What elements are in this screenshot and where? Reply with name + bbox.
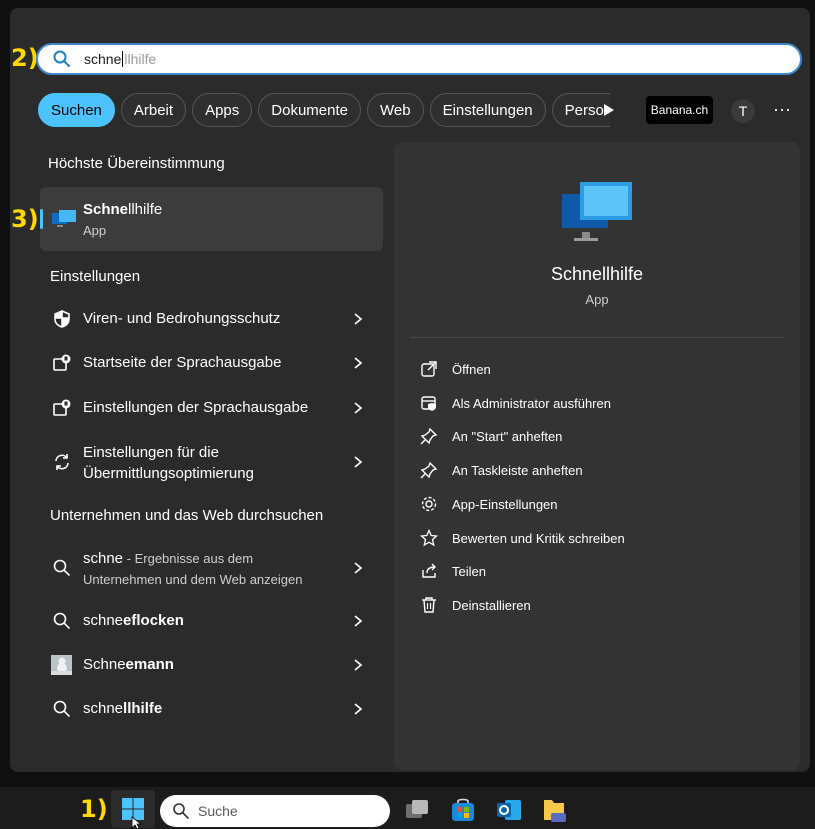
screen: 2) schne llhilfe Suchen Arbeit Apps Dokum… [0, 0, 815, 829]
best-match-heading: Höchste Übereinstimmung [48, 155, 225, 172]
action-rate-review[interactable]: Bewerten und Kritik schreiben [420, 526, 625, 550]
search-icon [53, 700, 70, 717]
action-uninstall[interactable]: Deinstallieren [420, 593, 531, 617]
filter-chips: Suchen Arbeit Apps Dokumente Web Einstel… [38, 93, 610, 127]
best-match-type: App [83, 223, 107, 238]
chevron-right-icon [354, 456, 363, 468]
snowman-thumbnail-icon [51, 655, 72, 675]
taskbar-search-placeholder: Suche [198, 803, 238, 819]
settings-heading: Einstellungen [50, 268, 141, 285]
detail-app-type: App [585, 292, 609, 307]
web-search-heading: Unternehmen und das Web durchsuchen [50, 507, 324, 524]
annotation-1: 1) [80, 795, 108, 823]
search-icon [53, 559, 70, 576]
trash-icon [422, 597, 436, 613]
narrator-icon [53, 399, 71, 416]
action-pin-taskbar[interactable]: An Taskleiste anheften [420, 458, 583, 482]
web-result-label: schne - Ergebnisse aus dem Unternehmen u… [83, 550, 303, 587]
text-caret [122, 51, 124, 67]
settings-item-label: Viren- und Bedrohungsschutz [83, 310, 281, 327]
more-options-icon[interactable]: ··· [771, 100, 793, 122]
open-external-icon [421, 361, 437, 377]
detail-pane: Schnellhilfe App Öffnen Als Administrato… [394, 142, 800, 770]
star-icon [420, 529, 438, 547]
search-icon [53, 612, 70, 629]
web-result-schne[interactable]: schne - Ergebnisse aus dem Unternehmen u… [40, 543, 383, 593]
mouse-cursor-icon [131, 816, 143, 829]
shield-icon [54, 310, 70, 328]
chip-arbeit[interactable]: Arbeit [120, 93, 187, 127]
search-autocomplete-hint: llhilfe [124, 51, 157, 67]
avatar[interactable]: T [731, 99, 755, 123]
pin-icon [420, 427, 438, 445]
action-pin-start[interactable]: An "Start" anheften [420, 424, 562, 448]
chevron-right-icon [354, 703, 363, 715]
web-result-label: schnellhilfe [83, 700, 163, 717]
taskbar-search-box[interactable]: Suche [160, 795, 390, 827]
brand-logo-banana[interactable]: Banana.ch [646, 96, 713, 124]
chip-apps[interactable]: Apps [192, 93, 253, 127]
settings-item-delivery-optimization[interactable]: Einstellungen für die Übermittlungsoptim… [40, 437, 383, 487]
chip-dokumente[interactable]: Dokumente [258, 93, 361, 127]
annotation-3: 3) [11, 205, 39, 233]
settings-item-virus-protection[interactable]: Viren- und Bedrohungsschutz [40, 299, 383, 339]
start-button[interactable] [111, 790, 155, 829]
settings-item-label: Startseite der Sprachausgabe [83, 354, 282, 371]
outlook-icon[interactable] [495, 796, 523, 824]
chevron-right-icon [354, 615, 363, 627]
settings-item-narrator-settings[interactable]: Einstellungen der Sprachausgabe [40, 388, 383, 428]
best-match-name: Schnellhilfe [83, 201, 163, 218]
admin-shield-icon [421, 396, 436, 411]
chip-web[interactable]: Web [366, 93, 424, 127]
selection-indicator [40, 209, 43, 229]
play-icon[interactable] [598, 100, 618, 120]
chevron-right-icon [354, 562, 363, 574]
chevron-right-icon [354, 659, 363, 671]
chevron-right-icon [354, 357, 363, 369]
chevron-right-icon [354, 313, 363, 325]
sync-icon [55, 454, 69, 470]
chevron-right-icon [354, 402, 363, 414]
settings-item-label: Einstellungen der Sprachausgabe [83, 399, 309, 416]
settings-item-label: Einstellungen für die Übermittlungsoptim… [83, 444, 254, 482]
settings-item-narrator-home[interactable]: Startseite der Sprachausgabe [40, 343, 383, 383]
gear-icon [421, 496, 437, 512]
share-icon [422, 563, 436, 578]
web-result-schneeflocken[interactable]: schneeflocken [40, 601, 383, 641]
store-icon[interactable] [449, 796, 477, 824]
annotation-2: 2) [11, 44, 39, 72]
best-match-result[interactable]: Schnellhilfe App [40, 187, 383, 251]
task-view-icon[interactable] [403, 796, 431, 824]
action-open[interactable]: Öffnen [420, 357, 491, 381]
search-icon [173, 803, 189, 819]
web-result-label: schneeflocken [83, 612, 184, 629]
search-icon [53, 50, 70, 67]
search-input[interactable]: schne llhilfe [36, 43, 802, 75]
divider [410, 337, 784, 338]
dev-folder-icon[interactable] [541, 796, 569, 824]
chip-einstellungen[interactable]: Einstellungen [429, 93, 546, 127]
detail-app-name: Schnellhilfe [550, 264, 644, 284]
quick-assist-icon [562, 182, 632, 241]
web-result-schneemann[interactable]: Schneemann [40, 645, 383, 685]
search-typed-text: schne [84, 51, 122, 67]
action-run-as-admin[interactable]: Als Administrator ausführen [420, 391, 611, 415]
action-app-settings[interactable]: App-Einstellungen [420, 492, 558, 516]
chip-suchen[interactable]: Suchen [38, 93, 115, 127]
quick-assist-icon [52, 210, 76, 227]
web-result-schnellhilfe[interactable]: schnellhilfe [40, 689, 383, 729]
narrator-icon [53, 354, 71, 371]
pin-icon [420, 461, 438, 479]
action-share[interactable]: Teilen [420, 559, 486, 583]
web-result-label: Schneemann [83, 656, 174, 673]
